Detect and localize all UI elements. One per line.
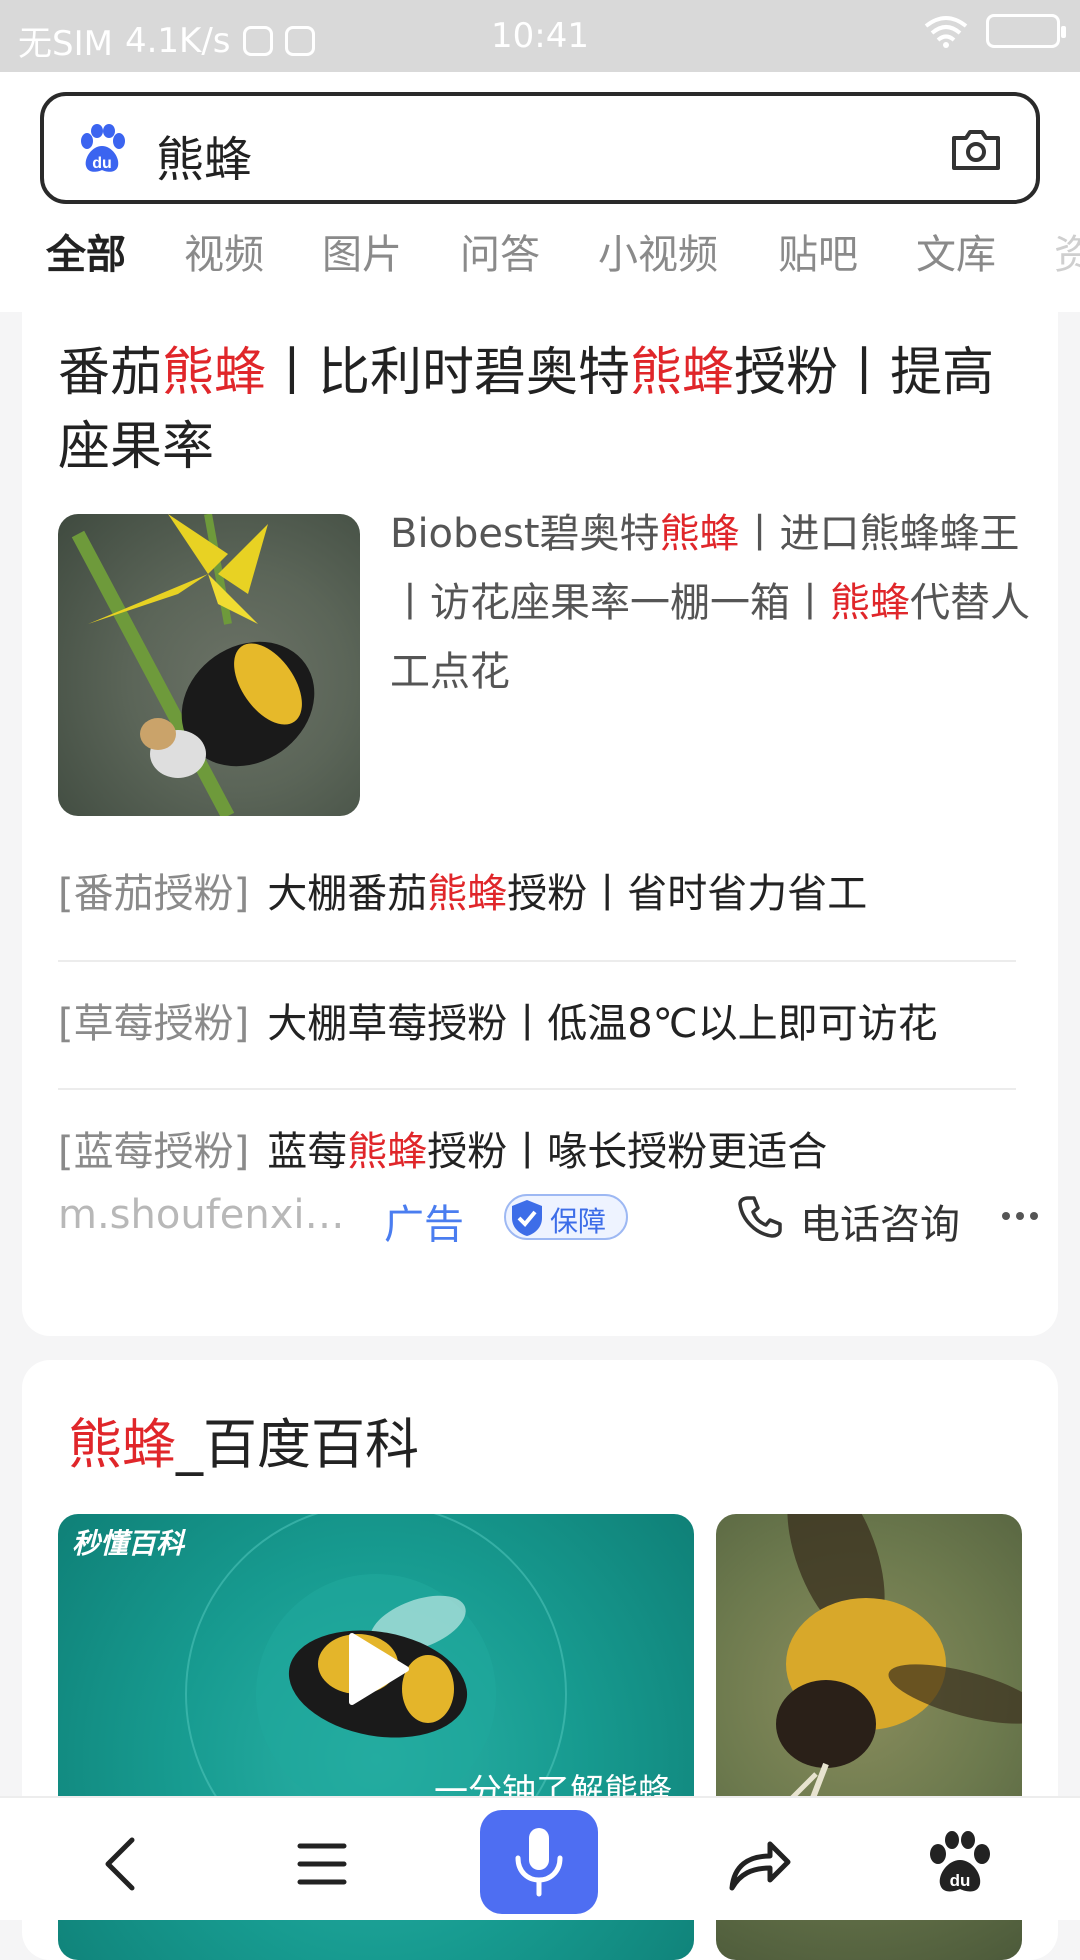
tab-qa[interactable]: 问答 <box>460 222 540 280</box>
search-box[interactable]: du 熊蜂 <box>40 92 1040 204</box>
status-right <box>924 14 1066 48</box>
sub-link-text: 授粉丨喙长授粉更适合 <box>427 1129 828 1175</box>
sub-link-tomato[interactable]: [番茄授粉] 大棚番茄熊蜂授粉丨省时省力省工 <box>58 830 1016 958</box>
status-time: 10:41 <box>491 16 589 56</box>
status-bar: 无SIM 4.1K/s 10:41 <box>0 0 1080 72</box>
camera-icon[interactable] <box>948 122 1004 178</box>
title-part: 番茄 <box>58 343 163 403</box>
sub-link-text: 大棚番茄 <box>267 871 428 917</box>
microphone-icon <box>515 1828 563 1897</box>
tab-all[interactable]: 全部 <box>46 222 126 280</box>
desc-highlight: 熊蜂 <box>830 580 910 626</box>
desc-highlight: 熊蜂 <box>659 511 740 557</box>
title-highlight: 熊蜂 <box>630 343 735 403</box>
battery-icon <box>986 14 1066 48</box>
sub-link-tag: [草莓授粉] <box>58 1001 250 1047</box>
voice-search-button[interactable] <box>480 1810 598 1914</box>
baike-title-highlight: 熊蜂 <box>68 1413 176 1476</box>
share-icon[interactable] <box>708 1816 804 1912</box>
baidu-home-icon[interactable]: du <box>912 1816 1008 1912</box>
shield-check-icon <box>512 1200 542 1236</box>
sub-link-text: 蓝莓 <box>267 1129 348 1175</box>
play-icon[interactable] <box>346 1632 410 1706</box>
baike-title-rest: _百度百科 <box>176 1413 419 1476</box>
desc-part: Biobest碧奥特 <box>390 511 660 557</box>
ad-title[interactable]: 番茄熊蜂丨比利时碧奥特熊蜂授粉丨提高座果率 <box>58 336 1018 484</box>
ad-result-card[interactable]: 番茄熊蜂丨比利时碧奥特熊蜂授粉丨提高座果率 Biobest碧奥特熊蜂丨进口熊蜂蜂… <box>22 300 1058 1336</box>
tab-tieba[interactable]: 贴吧 <box>778 222 858 280</box>
sub-link-text: 授粉丨省时省力省工 <box>507 871 868 917</box>
guarantee-label: 保障 <box>550 1205 607 1238</box>
guarantee-badge[interactable]: 保障 <box>504 1194 628 1240</box>
search-tabs: 全部 视频 图片 问答 小视频 贴吧 文库 资 <box>0 222 1080 312</box>
sub-link-tag: [番茄授粉] <box>58 871 250 917</box>
svg-text:du: du <box>950 1871 971 1890</box>
ad-footer: m.shoufenxi… 广告 保障 电话咨询 <box>58 1180 1038 1260</box>
title-part: 丨比利时碧奥特 <box>266 343 631 403</box>
baidu-paw-icon: du <box>81 124 125 172</box>
svg-text:du: du <box>92 155 112 172</box>
bumblebee-flower-image[interactable] <box>58 514 360 816</box>
tab-images[interactable]: 图片 <box>322 222 402 280</box>
tab-video[interactable]: 视频 <box>184 222 264 280</box>
more-options-icon[interactable] <box>998 1194 1042 1238</box>
back-icon[interactable] <box>72 1816 168 1912</box>
video-brand-logo: 秒懂百科 <box>72 1527 185 1560</box>
tab-short-video[interactable]: 小视频 <box>598 222 718 280</box>
menu-icon[interactable] <box>274 1816 370 1912</box>
title-highlight: 熊蜂 <box>162 343 267 403</box>
sub-link-text: 大棚草莓授粉丨低温8℃以上即可访花 <box>267 1001 938 1047</box>
search-input[interactable]: 熊蜂 <box>156 120 252 190</box>
ad-label: 广告 <box>384 1202 464 1248</box>
bumblebee-illustration <box>71 514 315 816</box>
sub-link-strawberry[interactable]: [草莓授粉] 大棚草莓授粉丨低温8℃以上即可访花 <box>58 960 1016 1088</box>
tab-more[interactable]: 资 <box>1054 222 1080 280</box>
bottom-nav-bar: du <box>0 1796 1080 1920</box>
sub-link-highlight: 熊蜂 <box>347 1129 428 1175</box>
sub-link-highlight: 熊蜂 <box>427 871 508 917</box>
tab-wenku[interactable]: 文库 <box>916 222 996 280</box>
phone-consult-button[interactable]: 电话咨询 <box>800 1192 960 1250</box>
baike-title[interactable]: 熊蜂_百度百科 <box>68 1400 419 1479</box>
ad-description[interactable]: Biobest碧奥特熊蜂丨进口熊蜂蜂王丨访花座果率一棚一箱丨熊蜂代替人工点花 <box>390 500 1040 707</box>
phone-icon[interactable] <box>738 1194 782 1238</box>
sub-link-tag: [蓝莓授粉] <box>58 1129 250 1175</box>
wifi-icon <box>924 16 968 48</box>
search-header: du 熊蜂 全部 视频 图片 问答 小视频 贴吧 文库 资 <box>0 72 1080 312</box>
source-url[interactable]: m.shoufenxi… <box>58 1192 345 1238</box>
